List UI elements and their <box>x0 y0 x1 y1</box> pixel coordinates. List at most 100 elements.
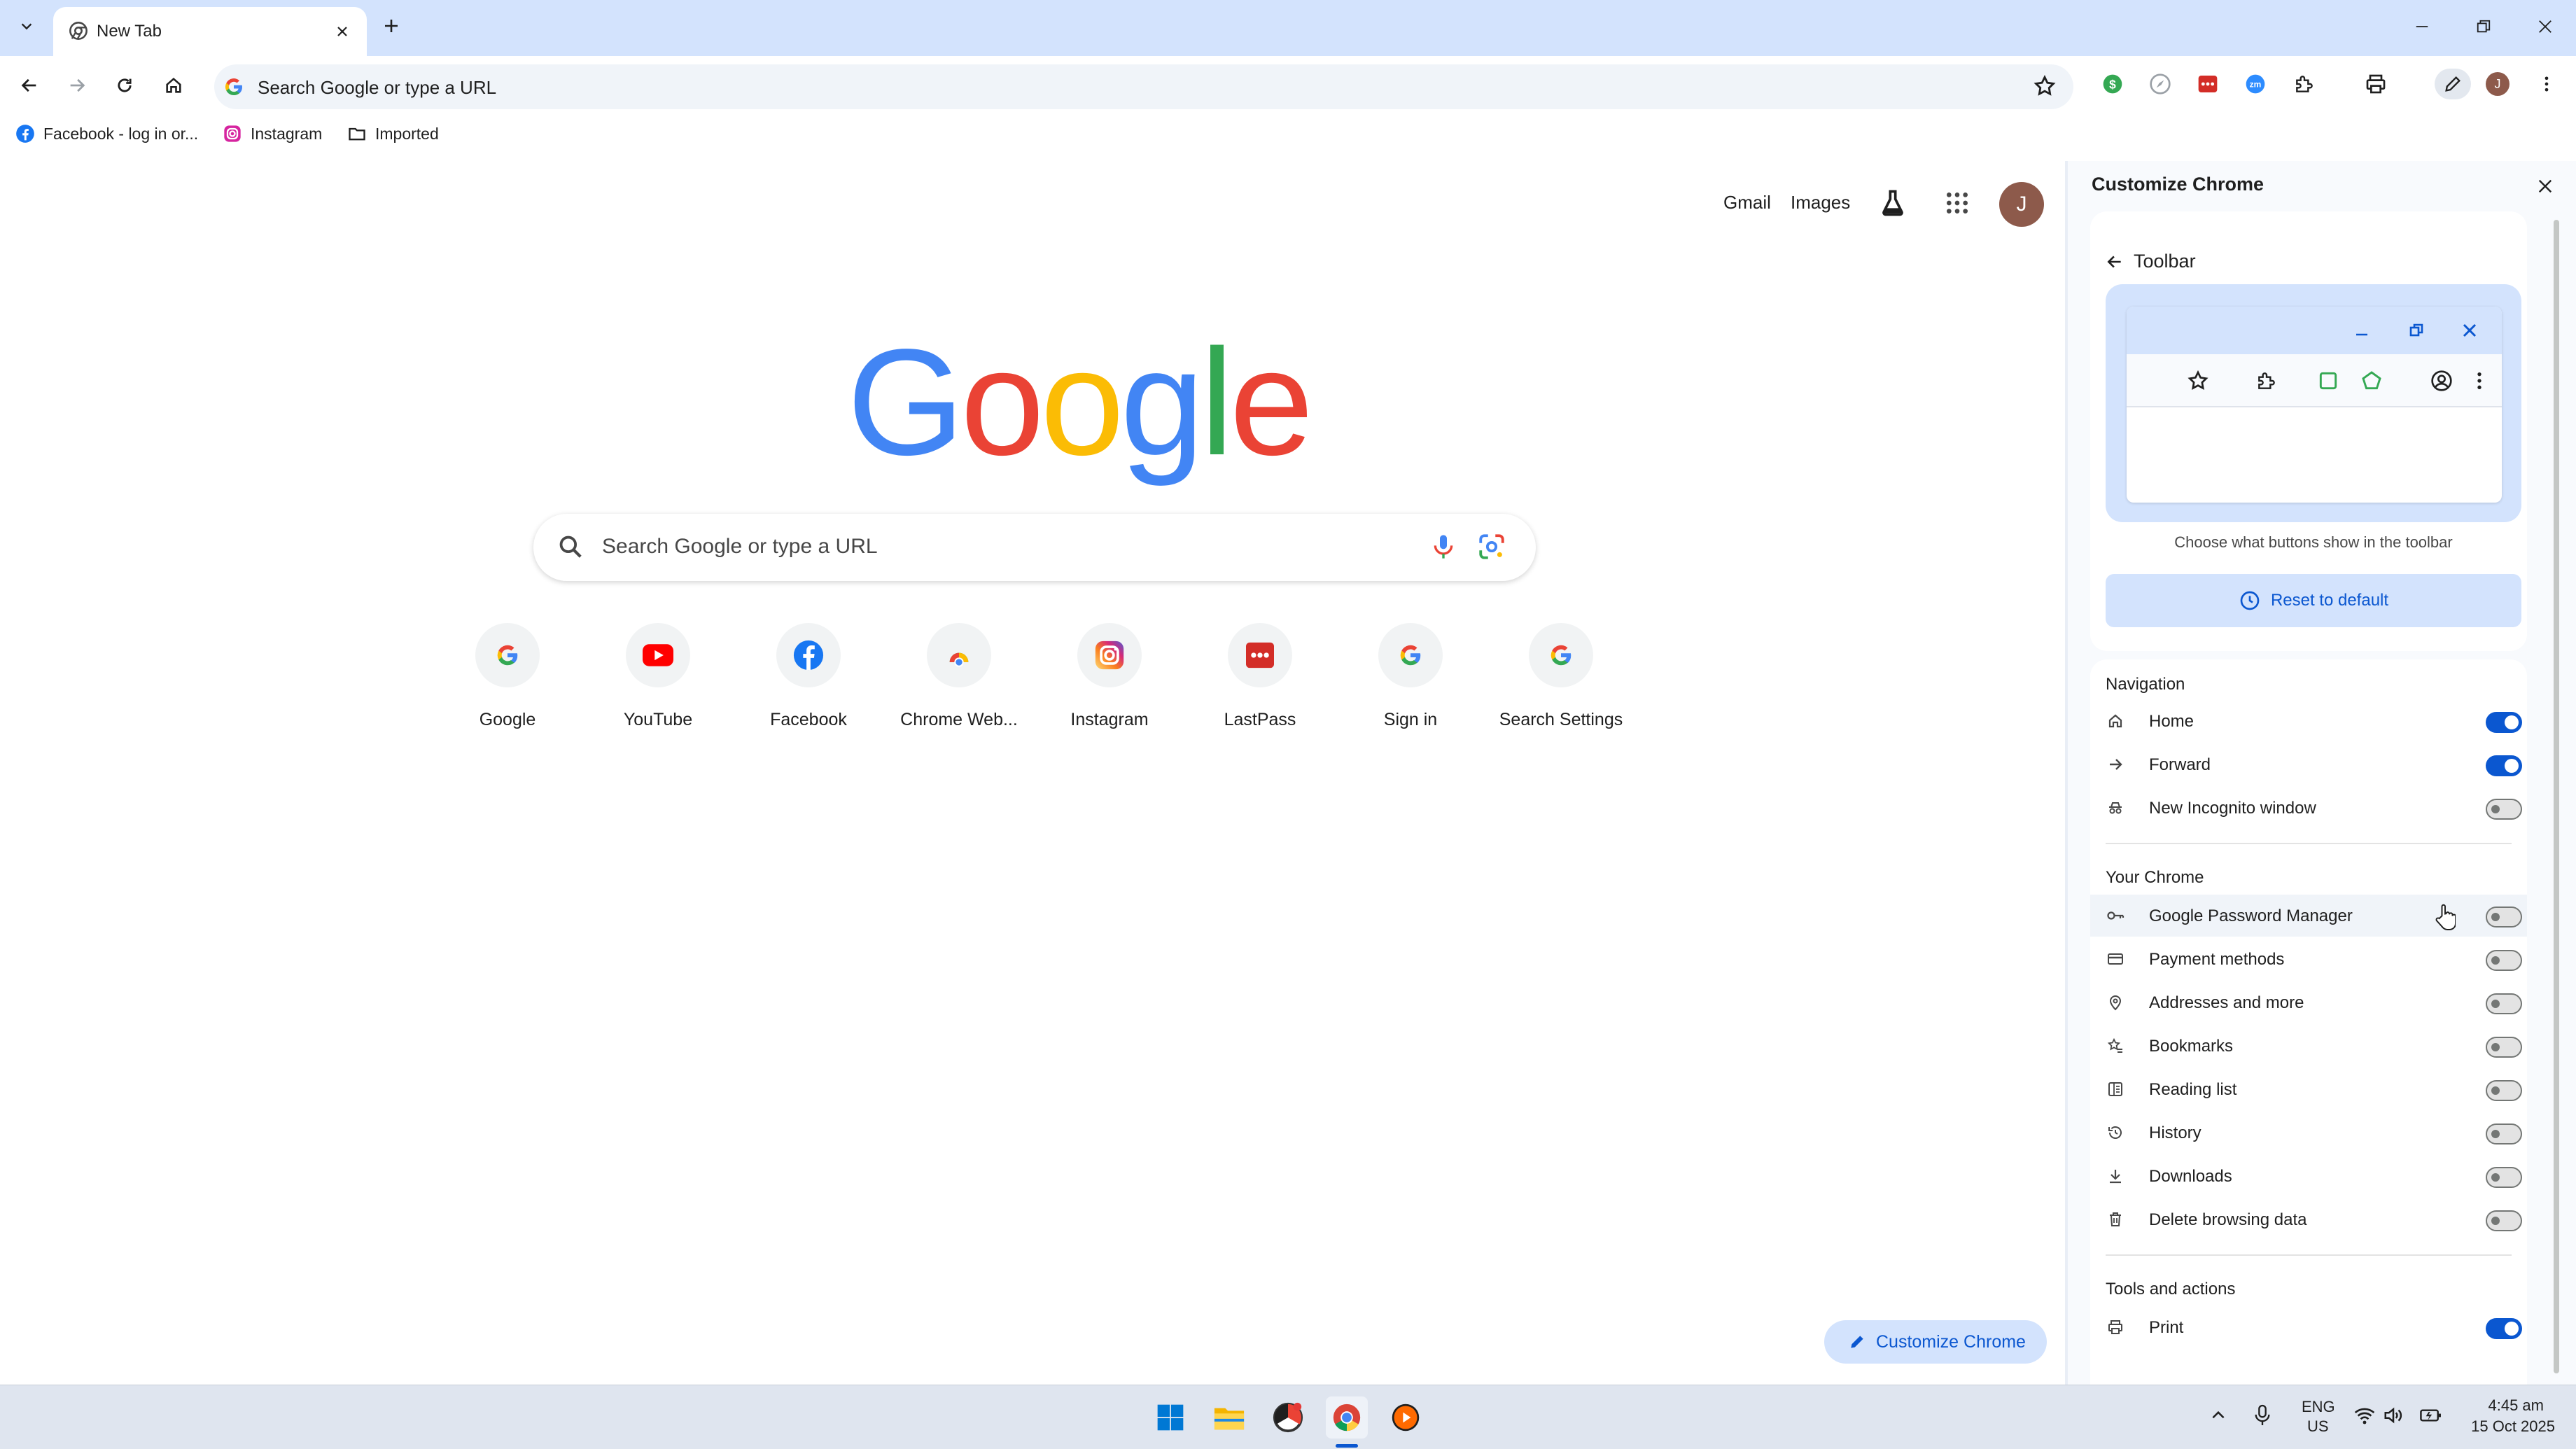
microphone-icon[interactable] <box>1429 532 1457 561</box>
volume-icon[interactable] <box>2383 1405 2404 1426</box>
toggle-row-bookmarks[interactable]: Bookmarks <box>2090 1025 2527 1067</box>
menu-button[interactable] <box>2531 69 2562 99</box>
toggle-row-password-manager[interactable]: Google Password Manager <box>2090 895 2527 937</box>
print-toggle[interactable] <box>2486 1318 2522 1339</box>
chevron-up-icon[interactable] <box>2209 1406 2227 1424</box>
toolbar: Search Google or type a URL <box>0 56 2576 113</box>
toggle-row-downloads[interactable]: Downloads <box>2090 1155 2527 1197</box>
tab-close-button[interactable] <box>330 20 354 43</box>
microphone-icon[interactable] <box>2253 1404 2272 1427</box>
panel-scrollbar[interactable] <box>2554 220 2559 1373</box>
toggle-row-forward[interactable]: Forward <box>2090 743 2527 785</box>
search-input[interactable]: Search Google or type a URL <box>533 514 1536 581</box>
language-bottom[interactable]: US <box>2307 1418 2329 1436</box>
toggle-row-addresses[interactable]: Addresses and more <box>2090 981 2527 1023</box>
shortcut-youtube[interactable]: YouTube <box>583 623 733 763</box>
toggle-row-incognito[interactable]: New Incognito window <box>2090 787 2527 829</box>
incognito-toggle[interactable] <box>2486 799 2522 820</box>
file-explorer-button[interactable] <box>1208 1396 1250 1438</box>
tab-new-tab[interactable]: New Tab <box>53 7 367 56</box>
bookmark-star-icon[interactable] <box>2033 74 2057 98</box>
toggle-row-reading-list[interactable]: Reading list <box>2090 1068 2527 1110</box>
start-button[interactable] <box>1149 1396 1191 1438</box>
bookmark-folder-imported[interactable]: Imported <box>347 122 439 146</box>
forward-button[interactable] <box>62 70 92 101</box>
toolbar-preview <box>2106 284 2521 522</box>
shortcut-lastpass[interactable]: LastPass <box>1185 623 1335 763</box>
downloads-toggle[interactable] <box>2486 1167 2522 1188</box>
labs-flask-icon[interactable] <box>1877 188 1908 218</box>
panel-close-button[interactable] <box>2530 171 2561 202</box>
shortcut-chrome-web-store[interactable]: Chrome Web... <box>884 623 1034 763</box>
gmail-link[interactable]: Gmail <box>1723 192 1771 214</box>
addresses-toggle[interactable] <box>2486 993 2522 1014</box>
lastpass-icon[interactable] <box>2192 69 2223 99</box>
address-bar[interactable]: Search Google or type a URL <box>214 64 2073 109</box>
restore-icon <box>2477 20 2491 33</box>
bookmark-instagram[interactable]: Instagram <box>223 122 322 146</box>
profile-avatar-button[interactable]: J <box>2482 69 2513 99</box>
extensions-puzzle-icon[interactable] <box>2289 69 2320 99</box>
chrome-icon <box>1333 1404 1361 1432</box>
shortcut-search-settings[interactable]: Search Settings <box>1486 623 1636 763</box>
payment-methods-toggle[interactable] <box>2486 950 2522 971</box>
toggle-row-home[interactable]: Home <box>2090 700 2527 742</box>
bookmark-facebook[interactable]: Facebook - log in or... <box>15 122 198 146</box>
account-avatar[interactable]: J <box>1999 182 2044 227</box>
reading-list-toggle[interactable] <box>2486 1080 2522 1101</box>
extension-compass-icon[interactable] <box>2145 69 2176 99</box>
print-button[interactable] <box>2360 69 2391 99</box>
customize-chrome-button[interactable]: Customize Chrome <box>1824 1320 2047 1364</box>
minimize-button[interactable] <box>2401 11 2443 42</box>
reading-list-icon <box>2106 1079 2125 1099</box>
delete-browsing-data-toggle[interactable] <box>2486 1210 2522 1231</box>
wifi-icon[interactable] <box>2353 1405 2376 1426</box>
back-button[interactable] <box>14 70 45 101</box>
zoom-extension-icon[interactable]: zm <box>2240 69 2271 99</box>
shortcut-google[interactable]: Google <box>433 623 582 763</box>
chrome-taskbar-button[interactable] <box>1326 1396 1368 1438</box>
google-lens-icon[interactable] <box>1477 532 1506 561</box>
toggle-row-payment-methods[interactable]: Payment methods <box>2090 938 2527 980</box>
clock-time[interactable]: 4:45 am <box>2481 1396 2544 1415</box>
close-window-button[interactable] <box>2524 11 2566 42</box>
customize-chrome-label: Customize Chrome <box>1876 1331 2026 1352</box>
clock-date[interactable]: 15 Oct 2025 <box>2461 1418 2555 1436</box>
shortcut-instagram[interactable]: Instagram <box>1035 623 1184 763</box>
extension-green-icon[interactable]: $ <box>2097 69 2128 99</box>
toggle-row-history[interactable]: History <box>2090 1112 2527 1154</box>
taskbar-app-button[interactable] <box>1267 1396 1309 1438</box>
home-button[interactable] <box>158 70 189 101</box>
download-icon <box>2106 1166 2125 1186</box>
media-player-button[interactable] <box>1385 1396 1427 1438</box>
password-manager-toggle[interactable] <box>2486 906 2522 927</box>
language-top[interactable]: ENG <box>2302 1398 2335 1416</box>
reset-to-default-button[interactable]: Reset to default <box>2106 574 2521 627</box>
divider <box>2106 843 2512 844</box>
home-toggle[interactable] <box>2486 712 2522 733</box>
back-to-customize-button[interactable]: Toolbar <box>2106 251 2196 272</box>
restore-button[interactable] <box>2463 11 2505 42</box>
pencil-icon <box>1851 1336 1863 1348</box>
facebook-icon <box>776 623 841 687</box>
new-tab-button[interactable] <box>378 13 405 39</box>
customize-pencil-button[interactable] <box>2435 69 2471 99</box>
toggle-row-print[interactable]: Print <box>2090 1306 2527 1348</box>
bookmarks-toggle[interactable] <box>2486 1037 2522 1058</box>
pentagon-shape-icon <box>2360 370 2383 392</box>
forward-toggle[interactable] <box>2486 755 2522 776</box>
shortcut-facebook[interactable]: Facebook <box>734 623 883 763</box>
kebab-menu-icon <box>2468 370 2491 392</box>
reload-button[interactable] <box>109 70 140 101</box>
battery-icon[interactable] <box>2419 1405 2443 1426</box>
images-link[interactable]: Images <box>1791 192 1850 214</box>
toggle-row-delete-browsing-data[interactable]: Delete browsing data <box>2090 1198 2527 1240</box>
shortcut-label: Sign in <box>1383 710 1438 729</box>
history-toggle[interactable] <box>2486 1124 2522 1144</box>
tab-search-button[interactable] <box>13 11 41 42</box>
row-label: New Incognito window <box>2149 799 2316 818</box>
google-g-icon <box>223 76 245 98</box>
app-circle-icon <box>1273 1402 1303 1433</box>
apps-grid-icon[interactable] <box>1943 189 1971 217</box>
shortcut-sign-in[interactable]: Sign in <box>1336 623 1485 763</box>
